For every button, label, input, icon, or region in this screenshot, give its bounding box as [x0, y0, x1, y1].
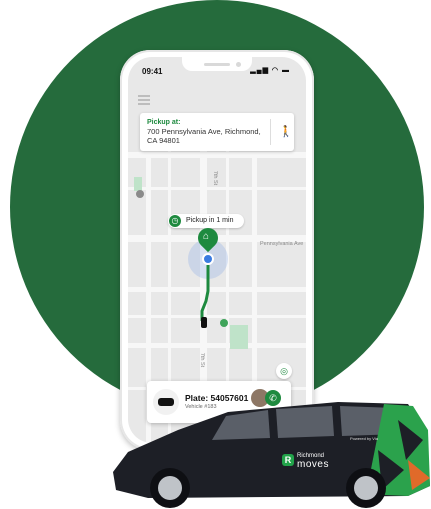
status-icons: ▂▄▆ ◠ ▬ [250, 67, 290, 74]
van-illustration [113, 402, 430, 508]
map-poi-icon [136, 190, 144, 198]
home-icon: ⌂ [203, 231, 210, 242]
map-road [128, 152, 306, 158]
brand-mark-icon: R [282, 454, 294, 466]
current-location-dot [202, 253, 214, 265]
pickup-address: 700 Pennsylvania Ave, Richmond, CA 94801 [147, 127, 261, 145]
street-label: Pennsylvania Ave [260, 241, 304, 247]
park-area [134, 177, 142, 191]
map-road [128, 187, 306, 190]
street-label: 7th St [199, 352, 206, 368]
map-road [128, 343, 306, 348]
status-time: 09:41 [142, 67, 163, 76]
vehicle-marker [201, 317, 207, 328]
map-poi-icon [220, 319, 228, 327]
brand-line-2: moves [297, 459, 329, 470]
phone-notch [182, 57, 252, 71]
walk-icon[interactable]: 🚶 [279, 125, 293, 138]
menu-icon[interactable] [138, 95, 150, 105]
park-area [230, 325, 248, 349]
street-label: 7th St [212, 170, 219, 186]
powered-by: Powered by Via [350, 436, 378, 441]
pickup-label: Pickup at: [147, 119, 181, 126]
speaker-grille [204, 63, 230, 66]
pickup-card[interactable]: Pickup at: 700 Pennsylvania Ave, Richmon… [140, 113, 294, 151]
clock-icon: ◷ [169, 215, 181, 227]
brand-logo: R Richmond moves [282, 452, 342, 472]
eta-text: Pickup in 1 min [186, 217, 234, 224]
card-divider [270, 119, 271, 145]
locate-icon[interactable]: ◎ [276, 363, 292, 379]
route-line [200, 265, 210, 321]
eta-pill: ◷ Pickup in 1 min [168, 214, 244, 228]
camera [236, 62, 241, 67]
